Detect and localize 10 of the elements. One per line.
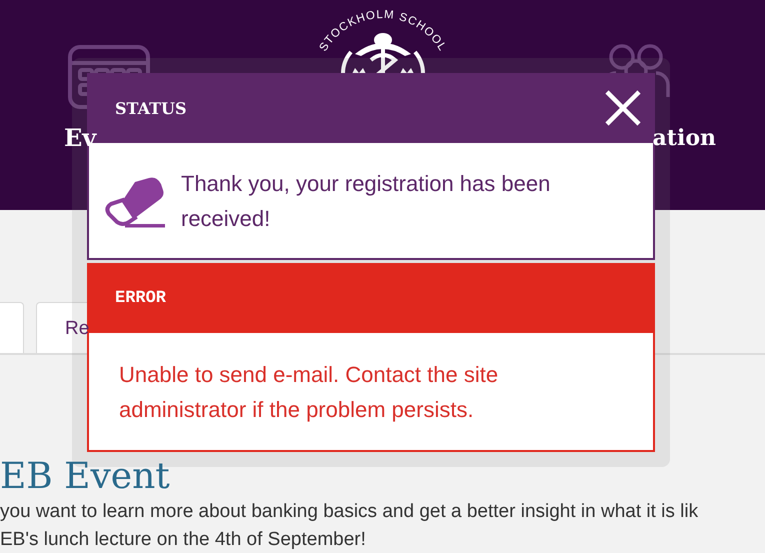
close-icon[interactable]: [604, 90, 642, 126]
nav-link[interactable]: Ev: [64, 123, 96, 153]
nav-link[interactable]: ation: [652, 123, 716, 153]
message-title: ERROR: [115, 288, 166, 308]
page-heading: EB Event: [0, 457, 170, 497]
message-title: STATUS: [115, 98, 187, 118]
message-text: Thank you, your registration has been received!: [181, 170, 552, 232]
paragraph-line: you want to learn more about banking basics and get a better insight in what it is lik: [0, 501, 700, 523]
paragraph-line: EB's lunch lecture on the 4th of September!: [0, 529, 367, 551]
message-text: Unable to send e-mail. Contact the site administrator if the problem persists.: [119, 360, 500, 424]
